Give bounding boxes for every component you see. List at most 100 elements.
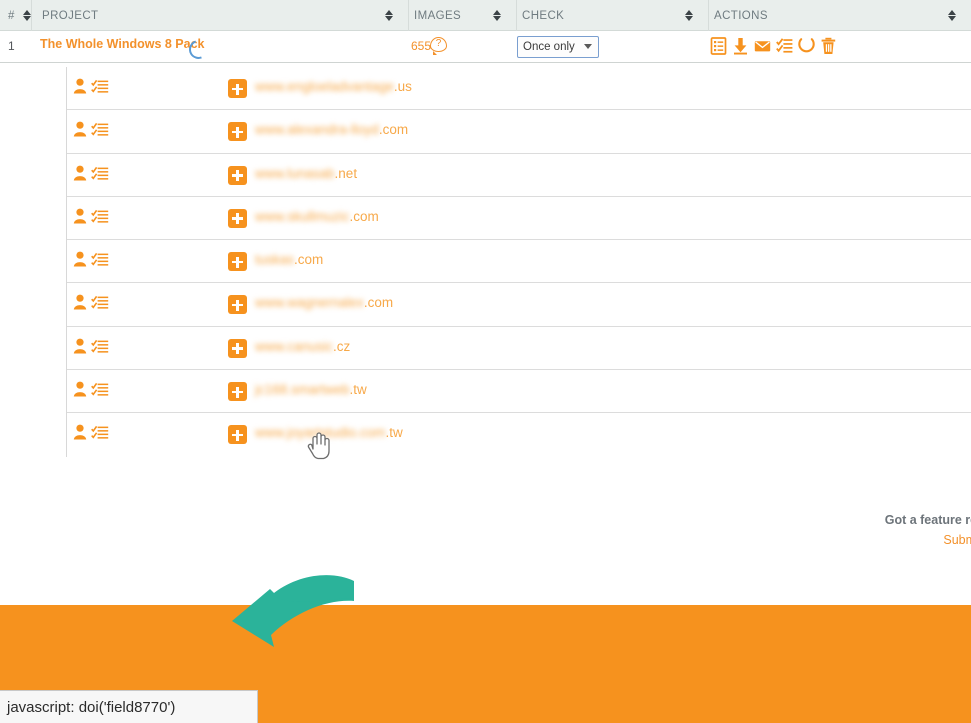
- site-url-link[interactable]: jc168.smartweb.tw: [255, 382, 367, 397]
- site-url-domain: www.engloeladvantage: [255, 79, 394, 94]
- site-url-tld: .us: [393, 79, 412, 94]
- site-url-link[interactable]: www.engloeladvantage.us: [255, 79, 412, 94]
- site-url-tld: .tw: [385, 425, 403, 441]
- annotation-arrow-icon: [222, 565, 387, 680]
- project-name-link[interactable]: The Whole Windows 8 Pack: [40, 37, 205, 51]
- add-site-button[interactable]: [228, 295, 247, 315]
- site-url-tld: .net: [334, 165, 358, 181]
- column-divider: [31, 0, 32, 31]
- report-icon[interactable]: [710, 37, 727, 55]
- project-index: 1: [8, 39, 15, 53]
- checklist-icon[interactable]: [91, 209, 109, 224]
- images-count: 655: [411, 39, 432, 53]
- trash-icon[interactable]: [820, 37, 837, 55]
- person-icon[interactable]: [73, 294, 87, 310]
- site-url-link[interactable]: www.lunasab.net: [255, 166, 357, 181]
- site-url-domain: www.lunasab: [255, 165, 335, 181]
- url-row[interactable]: www.wagnernalex.com: [67, 283, 971, 327]
- status-bar-text: javascript: doi('field8770'): [7, 698, 176, 716]
- promo-link[interactable]: Submit and vote on fe: [671, 533, 971, 547]
- column-header-images-label: IMAGES: [414, 9, 462, 22]
- url-row[interactable]: www.alexandra-lloyd.com: [67, 110, 971, 154]
- checklist-icon[interactable]: [91, 295, 109, 310]
- column-header-actions-label: ACTIONS: [714, 9, 768, 22]
- site-url-tld: .com: [378, 122, 409, 138]
- column-divider: [408, 0, 409, 31]
- site-url-link[interactable]: www.alexandra-lloyd.com: [255, 122, 408, 137]
- column-header-project-label: PROJECT: [42, 9, 99, 22]
- checklist-icon[interactable]: [91, 252, 109, 267]
- column-header-check-label: CHECK: [522, 9, 565, 22]
- check-frequency-select[interactable]: Once only: [517, 36, 599, 58]
- help-bubble-icon[interactable]: [430, 37, 447, 55]
- url-row[interactable]: jc168.smartweb.tw: [67, 370, 971, 414]
- site-url-domain: tuskas: [255, 252, 295, 268]
- sort-icon[interactable]: [685, 9, 694, 22]
- promo-heading: Got a feature request or id: [884, 513, 971, 527]
- url-list: www.engloeladvantage.us www.alexandra-llo…: [66, 67, 971, 457]
- table-header: # PROJECT IMAGES CHECK ACTIONS: [0, 0, 971, 31]
- column-divider: [708, 0, 709, 31]
- column-header-project[interactable]: PROJECT: [42, 0, 402, 31]
- refresh-icon[interactable]: [798, 37, 815, 55]
- person-icon[interactable]: [73, 338, 87, 354]
- action-icon-bar: [710, 37, 837, 55]
- site-url-domain: www.skullmuzic: [255, 208, 350, 224]
- column-header-actions[interactable]: ACTIONS: [714, 0, 963, 31]
- site-url-tld: .tw: [349, 382, 367, 398]
- download-icon[interactable]: [732, 37, 749, 55]
- checklist-icon[interactable]: [91, 166, 109, 181]
- checklist-icon[interactable]: [91, 382, 109, 397]
- add-site-button[interactable]: [228, 252, 247, 272]
- person-icon[interactable]: [73, 78, 87, 94]
- column-header-index-label: #: [8, 9, 15, 22]
- url-row[interactable]: www.skullmuzic.com: [67, 197, 971, 241]
- url-row[interactable]: www.lunasab.net: [67, 154, 971, 197]
- site-url-domain: jc168.smartweb: [255, 382, 350, 398]
- sort-icon[interactable]: [493, 9, 502, 22]
- add-site-button[interactable]: [228, 425, 247, 445]
- checklist-icon[interactable]: [776, 37, 793, 55]
- person-icon[interactable]: [73, 165, 87, 181]
- person-icon[interactable]: [73, 121, 87, 137]
- url-row[interactable]: www.engloeladvantage.us: [67, 67, 971, 111]
- add-site-button[interactable]: [228, 165, 247, 185]
- add-site-button[interactable]: [228, 122, 247, 142]
- email-icon[interactable]: [754, 37, 771, 55]
- column-header-images[interactable]: IMAGES: [414, 0, 510, 31]
- site-url-link[interactable]: tuskas.com: [255, 252, 323, 267]
- add-site-button[interactable]: [228, 208, 247, 228]
- person-icon[interactable]: [73, 251, 87, 267]
- person-icon[interactable]: [73, 381, 87, 397]
- checklist-icon[interactable]: [91, 339, 109, 354]
- url-row[interactable]: www.joyartstudio.com.tw: [67, 413, 971, 456]
- add-site-button[interactable]: [228, 79, 247, 98]
- checklist-icon[interactable]: [91, 425, 109, 440]
- column-header-check[interactable]: CHECK: [522, 0, 702, 31]
- checklist-icon[interactable]: [91, 79, 109, 94]
- feature-request-promo: Got a feature request or id Submit and v…: [671, 513, 971, 547]
- person-icon[interactable]: [73, 208, 87, 224]
- url-row[interactable]: tuskas.com: [67, 240, 971, 284]
- column-divider: [516, 0, 517, 31]
- site-url-domain: www.canusic: [255, 338, 334, 354]
- mouse-cursor-pointer-icon: [306, 430, 332, 460]
- site-url-link[interactable]: www.wagnernalex.com: [255, 295, 393, 310]
- browser-status-bar: javascript: doi('field8770'): [0, 690, 258, 723]
- site-url-domain: www.wagnernalex: [255, 295, 364, 311]
- site-url-tld: .cz: [333, 338, 351, 354]
- checklist-icon[interactable]: [91, 122, 109, 137]
- add-site-button[interactable]: [228, 338, 247, 358]
- site-url-link[interactable]: www.canusic.cz: [255, 339, 350, 354]
- sort-icon[interactable]: [948, 9, 957, 22]
- site-url-domain: www.alexandra-lloyd: [255, 122, 379, 138]
- site-url-tld: .com: [349, 208, 379, 224]
- site-url-tld: .com: [294, 252, 324, 268]
- site-url-tld: .com: [363, 295, 394, 311]
- person-icon[interactable]: [73, 424, 87, 440]
- sort-icon[interactable]: [385, 9, 394, 22]
- app-root: # PROJECT IMAGES CHECK ACTIONS 1 The Who…: [0, 0, 971, 723]
- url-row[interactable]: www.canusic.cz: [67, 327, 971, 371]
- add-site-button[interactable]: [228, 382, 247, 402]
- site-url-link[interactable]: www.skullmuzic.com: [255, 209, 379, 224]
